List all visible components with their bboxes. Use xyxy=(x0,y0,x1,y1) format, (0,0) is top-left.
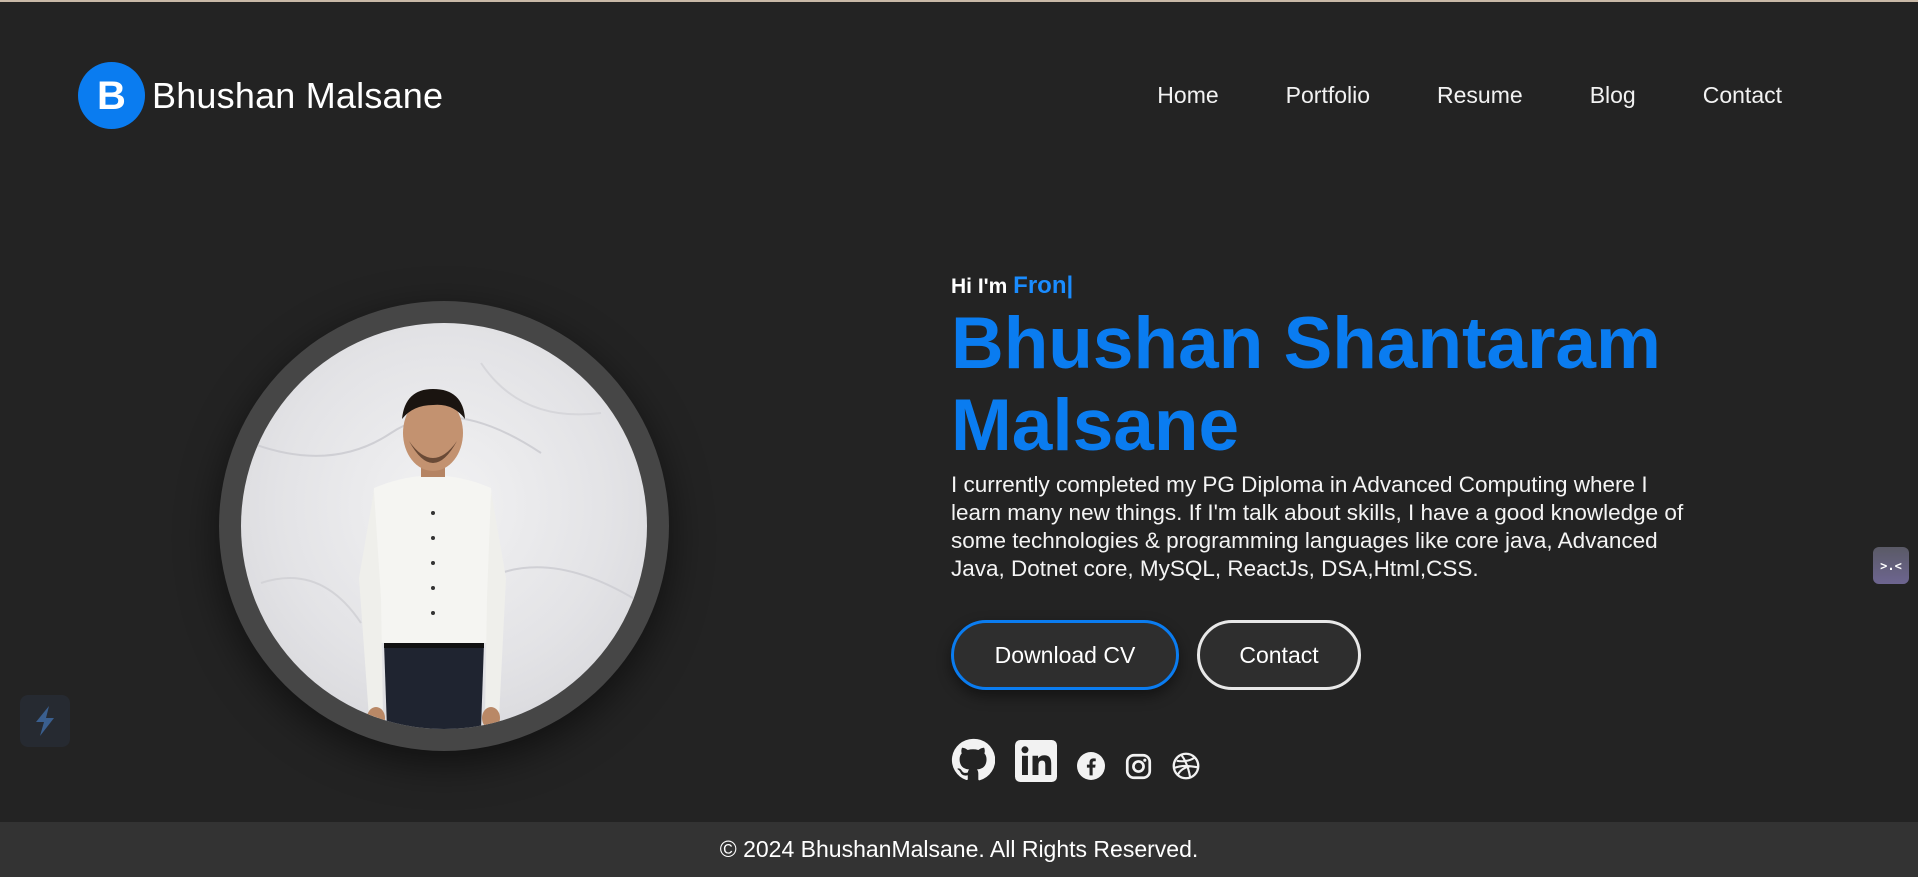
site-footer: © 2024 BhushanMalsane. All Rights Reserv… xyxy=(0,822,1918,877)
hero-name-line1: Bhushan Shantaram xyxy=(951,303,1661,384)
greeting: Hi I'm Fron| xyxy=(951,268,1711,305)
copyright-text: © 2024 BhushanMalsane. All Rights Reserv… xyxy=(719,836,1199,862)
hero-name: Bhushan Shantaram Malsane xyxy=(951,303,1711,467)
nav-blog[interactable]: Blog xyxy=(1590,80,1636,110)
person-illustration xyxy=(250,362,642,729)
hero-actions: Download CV Contact xyxy=(951,620,1361,690)
floating-lightning-widget[interactable] xyxy=(20,695,70,747)
facebook-icon[interactable] xyxy=(1077,752,1105,780)
brand[interactable]: B Bhushan Malsane xyxy=(78,62,443,129)
main-nav: Home Portfolio Resume Blog Contact xyxy=(1157,80,1782,110)
nav-portfolio[interactable]: Portfolio xyxy=(1286,80,1370,110)
typed-role: Fron| xyxy=(1013,272,1074,299)
floating-assistant-widget[interactable]: >.< xyxy=(1873,547,1909,584)
linkedin-icon[interactable] xyxy=(1015,740,1057,782)
lightning-icon xyxy=(36,706,54,736)
nav-resume[interactable]: Resume xyxy=(1437,80,1523,110)
nav-home[interactable]: Home xyxy=(1157,80,1218,110)
hero-section: Hi I'm Fron| Bhushan Shantaram Malsane I… xyxy=(951,268,1711,583)
assistant-face-icon: >.< xyxy=(1880,558,1902,573)
profile-photo xyxy=(241,323,647,729)
instagram-icon[interactable] xyxy=(1125,753,1152,780)
site-header: B Bhushan Malsane Home Portfolio Resume … xyxy=(0,0,1918,190)
profile-photo-frame xyxy=(219,301,669,751)
bio-text: I currently completed my PG Diploma in A… xyxy=(951,472,1684,581)
download-cv-button[interactable]: Download CV xyxy=(951,620,1179,690)
social-links xyxy=(951,738,1200,782)
brand-name: Bhushan Malsane xyxy=(152,74,444,116)
contact-button[interactable]: Contact xyxy=(1197,620,1361,690)
hero-name-line2: Malsane xyxy=(951,385,1240,466)
dribbble-icon[interactable] xyxy=(1172,752,1200,780)
greeting-prefix: Hi I'm xyxy=(951,275,1014,298)
github-icon[interactable] xyxy=(951,738,995,782)
logo-badge: B xyxy=(78,62,145,129)
nav-contact[interactable]: Contact xyxy=(1703,80,1782,110)
